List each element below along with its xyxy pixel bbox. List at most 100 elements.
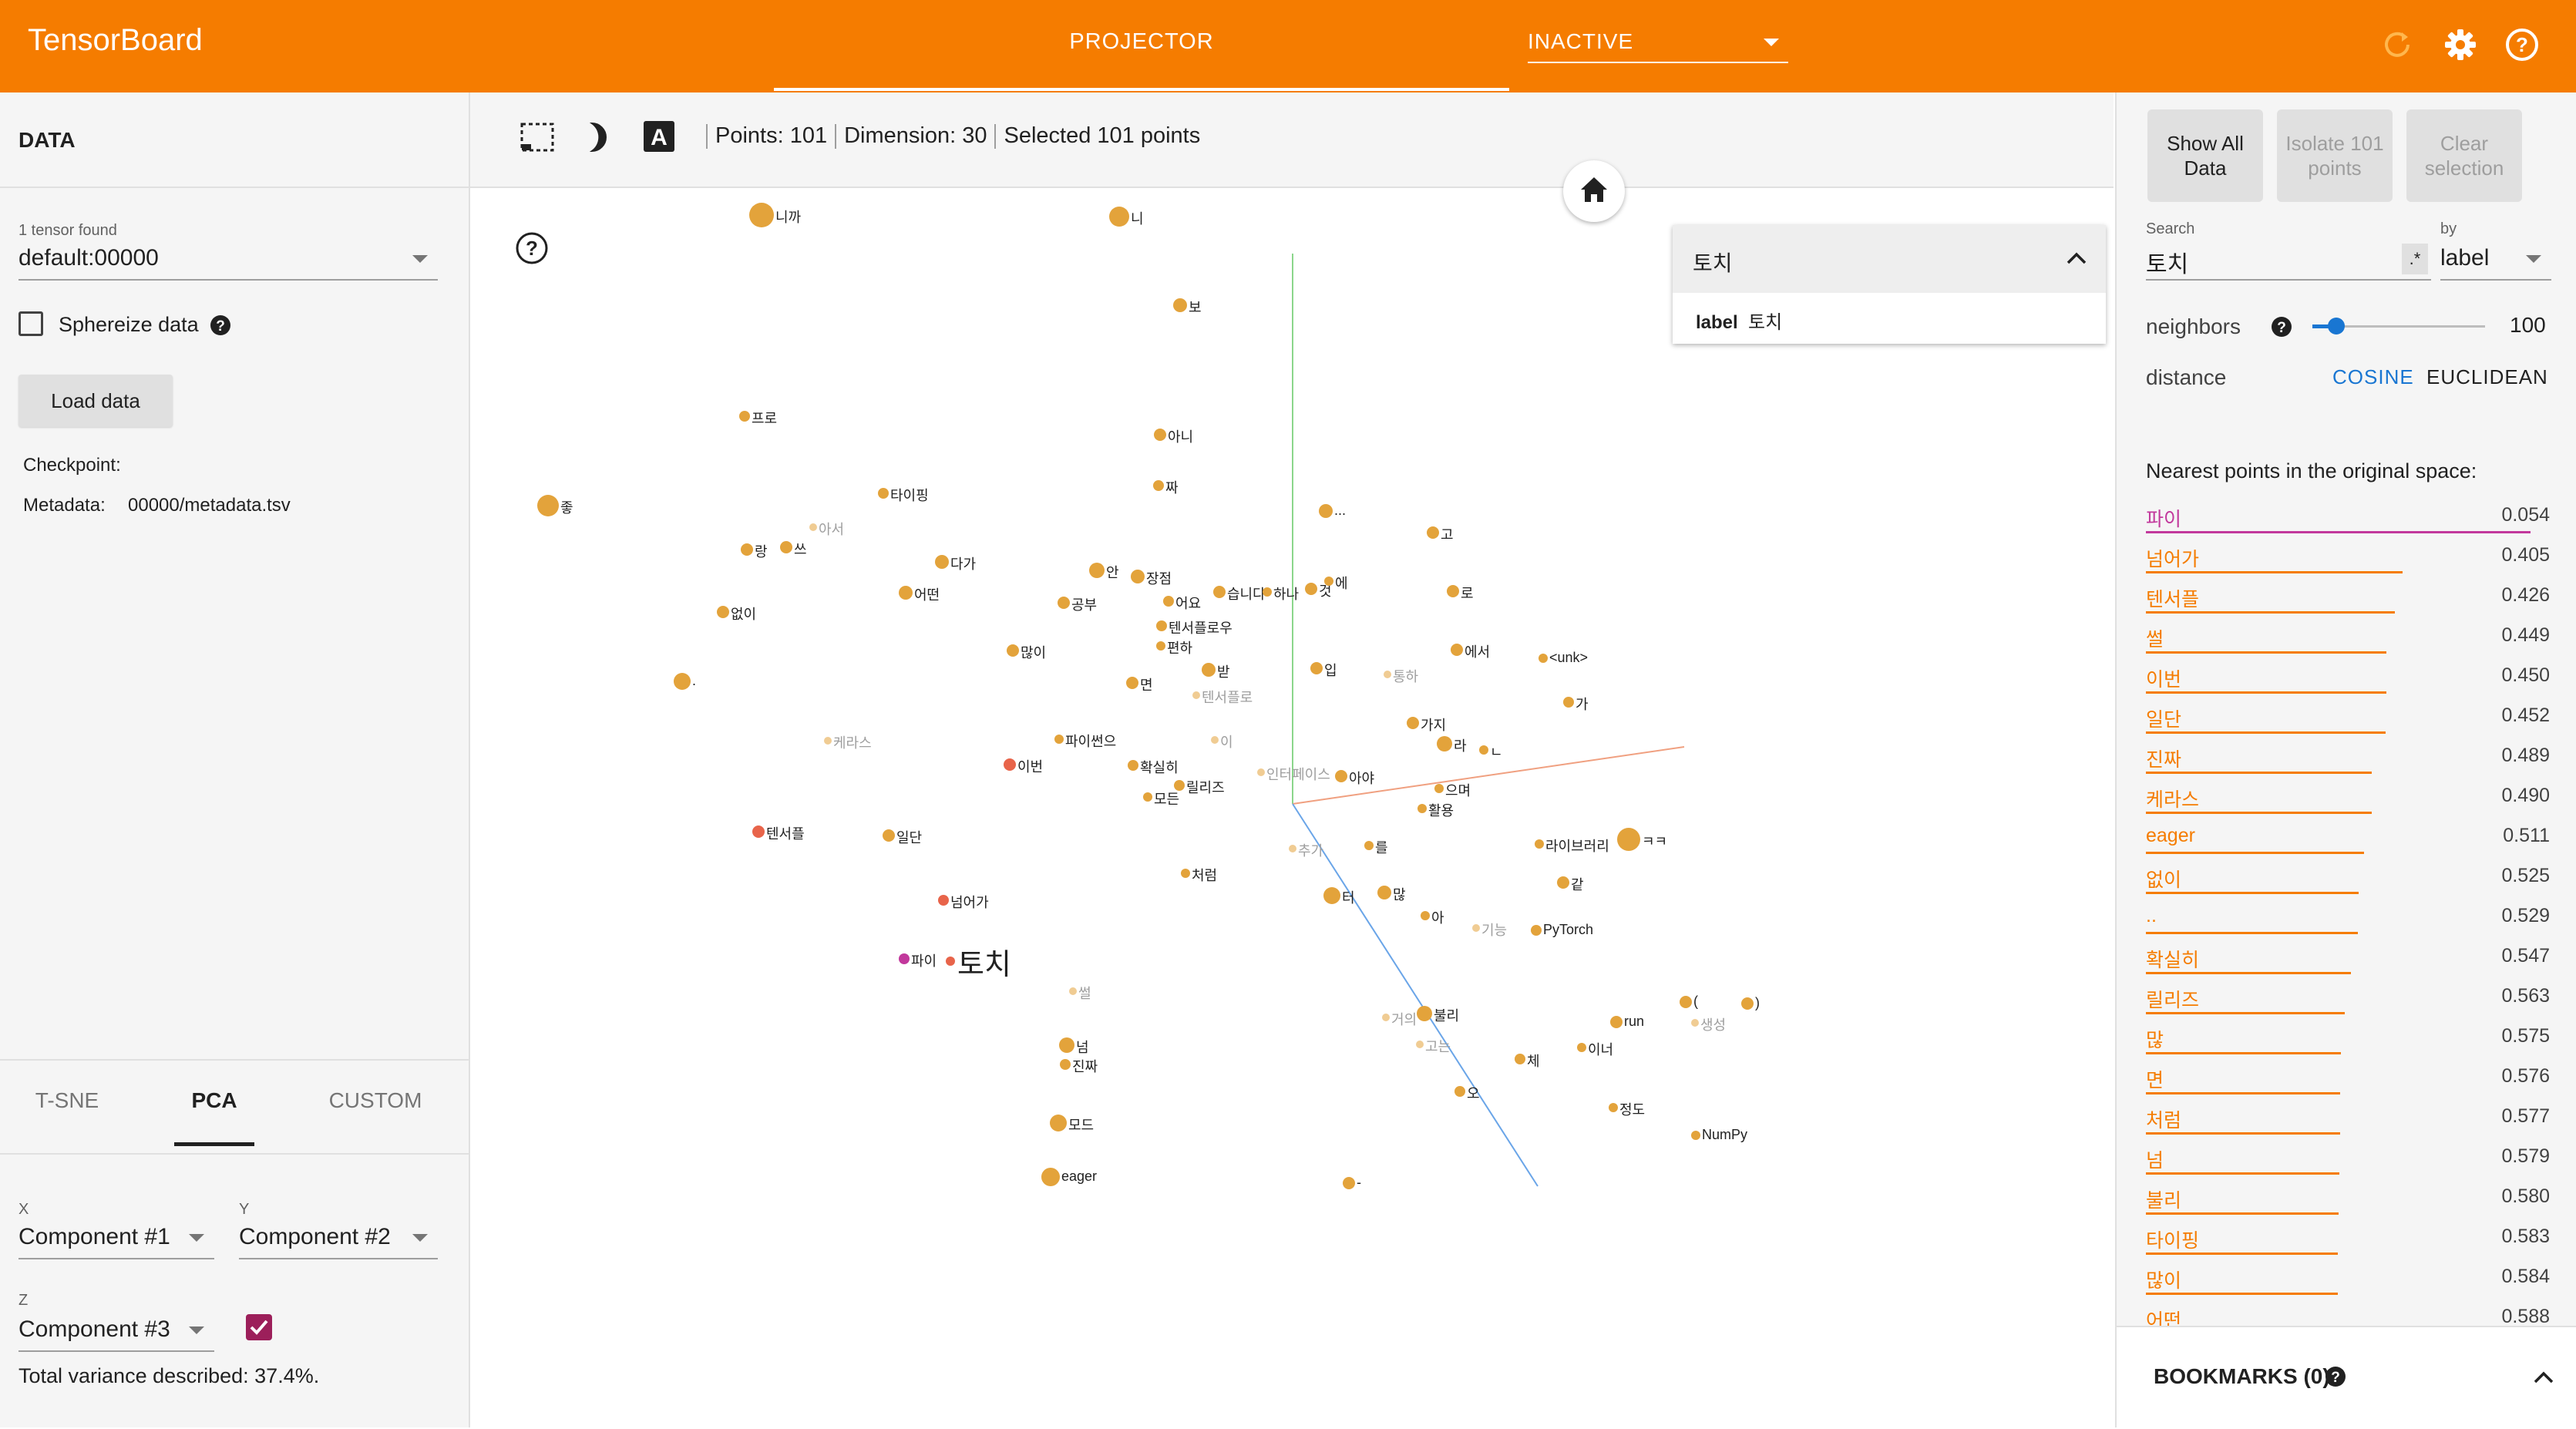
y-component-select[interactable]: Component #2 bbox=[239, 1221, 438, 1259]
settings-gear-icon[interactable] bbox=[2442, 26, 2479, 63]
embedding-point[interactable] bbox=[1447, 585, 1459, 597]
nearest-point-row[interactable]: 썰 0.449 bbox=[2146, 618, 2550, 658]
embedding-point[interactable] bbox=[1257, 768, 1265, 776]
embedding-point[interactable] bbox=[1610, 1016, 1623, 1028]
embedding-point[interactable] bbox=[1050, 1115, 1067, 1131]
embedding-point[interactable] bbox=[1382, 1014, 1390, 1021]
nearest-point-row[interactable]: 면 0.576 bbox=[2146, 1059, 2550, 1099]
clear-selection-button[interactable]: Clear selection bbox=[2406, 109, 2522, 202]
embedding-point[interactable] bbox=[1059, 1037, 1074, 1053]
search-by-select[interactable]: label bbox=[2440, 242, 2551, 281]
embedding-point[interactable] bbox=[1407, 717, 1419, 729]
focused-point[interactable] bbox=[946, 957, 955, 966]
tab-projector[interactable]: PROJECTOR bbox=[774, 0, 1509, 92]
embedding-point[interactable] bbox=[1202, 663, 1216, 677]
z-enable-checkbox[interactable] bbox=[245, 1313, 273, 1341]
embedding-point[interactable] bbox=[1343, 1177, 1355, 1189]
embedding-point[interactable] bbox=[878, 488, 889, 499]
embedding-point[interactable] bbox=[1384, 671, 1391, 678]
embedding-point[interactable] bbox=[1324, 577, 1333, 586]
embedding-point[interactable] bbox=[899, 586, 913, 600]
embedding-point[interactable] bbox=[1153, 480, 1164, 491]
embedding-point[interactable] bbox=[1289, 845, 1296, 852]
search-input[interactable]: 토치 bbox=[2146, 242, 2431, 281]
nearest-point-row[interactable]: 텐서플 0.426 bbox=[2146, 578, 2550, 618]
z-component-select[interactable]: Component #3 bbox=[18, 1313, 214, 1352]
embedding-point[interactable] bbox=[739, 411, 750, 422]
embedding-point[interactable] bbox=[824, 737, 832, 745]
embedding-point[interactable] bbox=[1054, 735, 1064, 744]
nearest-point-row[interactable]: 진짜 0.489 bbox=[2146, 738, 2550, 778]
embedding-point[interactable] bbox=[752, 825, 765, 838]
nearest-point-row[interactable]: 넘어가 0.405 bbox=[2146, 538, 2550, 578]
scene-help-icon[interactable]: ? bbox=[515, 231, 549, 265]
embedding-point[interactable] bbox=[1004, 758, 1016, 771]
embedding-point[interactable] bbox=[1454, 1086, 1465, 1097]
embedding-point[interactable] bbox=[1417, 804, 1427, 813]
nearest-point-row[interactable]: 케라스 0.490 bbox=[2146, 778, 2550, 819]
embedding-point[interactable] bbox=[1617, 828, 1640, 851]
embedding-point[interactable] bbox=[1069, 987, 1077, 995]
embedding-point[interactable] bbox=[1421, 911, 1430, 920]
embedding-point[interactable] bbox=[809, 523, 817, 531]
embedding-point[interactable] bbox=[1156, 641, 1165, 651]
nearest-point-row[interactable]: .. 0.529 bbox=[2146, 899, 2550, 939]
chevron-up-icon[interactable] bbox=[2533, 1370, 2554, 1384]
embedding-point[interactable] bbox=[749, 203, 774, 227]
embedding-point[interactable] bbox=[1126, 677, 1138, 689]
embedding-point[interactable] bbox=[1563, 697, 1574, 708]
tensor-select[interactable]: default:00000 bbox=[18, 242, 438, 281]
embedding-point[interactable] bbox=[1335, 770, 1347, 782]
tab-tsne[interactable]: T-SNE bbox=[17, 1088, 117, 1113]
distance-euclidean-option[interactable]: EUCLIDEAN bbox=[2426, 365, 2548, 389]
embedding-point[interactable] bbox=[1319, 504, 1333, 518]
isolate-points-button[interactable]: Isolate 101 points bbox=[2277, 109, 2393, 202]
nearest-point-row[interactable]: 타이핑 0.583 bbox=[2146, 1219, 2550, 1259]
embedding-point[interactable] bbox=[1451, 644, 1463, 656]
embedding-scatter-view[interactable]: ? 니까 니 보 프로 아니 짜 좋 타이핑 아서 랑 쓰 다가 안 장점 어떤 공부 어요 습니다 하나 것 에...… bbox=[470, 188, 2114, 1418]
nearest-point-row[interactable]: 이번 0.450 bbox=[2146, 658, 2550, 698]
nearest-point-row[interactable]: 없이 0.525 bbox=[2146, 859, 2550, 899]
embedding-point[interactable] bbox=[1263, 587, 1272, 597]
show-all-data-button[interactable]: Show All Data bbox=[2147, 109, 2263, 202]
embedding-point[interactable] bbox=[1515, 1054, 1525, 1064]
nearest-point-row[interactable]: 불리 0.580 bbox=[2146, 1179, 2550, 1219]
embedding-point[interactable] bbox=[1089, 563, 1105, 578]
run-selector-dropdown[interactable]: INACTIVE bbox=[1528, 26, 1788, 63]
embedding-point[interactable] bbox=[537, 495, 559, 516]
embedding-point[interactable] bbox=[1539, 654, 1548, 663]
inspector-header[interactable]: 토치 bbox=[1673, 225, 2106, 293]
embedding-point[interactable] bbox=[780, 541, 792, 553]
embedding-point[interactable] bbox=[1377, 886, 1391, 899]
embedding-point[interactable] bbox=[1535, 839, 1544, 849]
embedding-point[interactable] bbox=[935, 555, 949, 569]
embedding-point[interactable] bbox=[899, 953, 910, 964]
embedding-point[interactable] bbox=[1531, 925, 1542, 936]
embedding-point[interactable] bbox=[1479, 745, 1488, 755]
embedding-point[interactable] bbox=[1109, 207, 1129, 227]
selection-rectangle-icon[interactable] bbox=[520, 122, 555, 153]
embedding-point[interactable] bbox=[1007, 644, 1019, 657]
embedding-point[interactable] bbox=[1680, 996, 1692, 1008]
reset-view-button[interactable] bbox=[1563, 160, 1625, 222]
embedding-point[interactable] bbox=[717, 606, 729, 618]
regex-toggle-button[interactable]: .* bbox=[2402, 244, 2428, 274]
nearest-point-row[interactable]: 릴리즈 0.563 bbox=[2146, 979, 2550, 1019]
embedding-point[interactable] bbox=[1691, 1131, 1700, 1140]
nearest-point-row[interactable]: 처럼 0.577 bbox=[2146, 1099, 2550, 1139]
nearest-point-row[interactable]: 확실히 0.547 bbox=[2146, 939, 2550, 979]
label-toggle-icon[interactable]: A bbox=[643, 120, 675, 153]
embedding-point[interactable] bbox=[883, 829, 895, 842]
reload-icon[interactable] bbox=[2379, 26, 2416, 63]
neighbors-help-icon[interactable]: ? bbox=[2271, 316, 2292, 338]
embedding-point[interactable] bbox=[1213, 586, 1226, 598]
embedding-point[interactable] bbox=[1557, 876, 1569, 889]
embedding-point[interactable] bbox=[1741, 997, 1754, 1010]
embedding-point[interactable] bbox=[938, 895, 949, 906]
embedding-point[interactable] bbox=[1143, 792, 1152, 802]
bookmarks-help-icon[interactable]: ? bbox=[2325, 1366, 2346, 1387]
nearest-point-row[interactable]: 일단 0.452 bbox=[2146, 698, 2550, 738]
embedding-point[interactable] bbox=[1131, 570, 1145, 583]
embedding-point[interactable] bbox=[1416, 1041, 1424, 1048]
embedding-point[interactable] bbox=[674, 673, 691, 690]
